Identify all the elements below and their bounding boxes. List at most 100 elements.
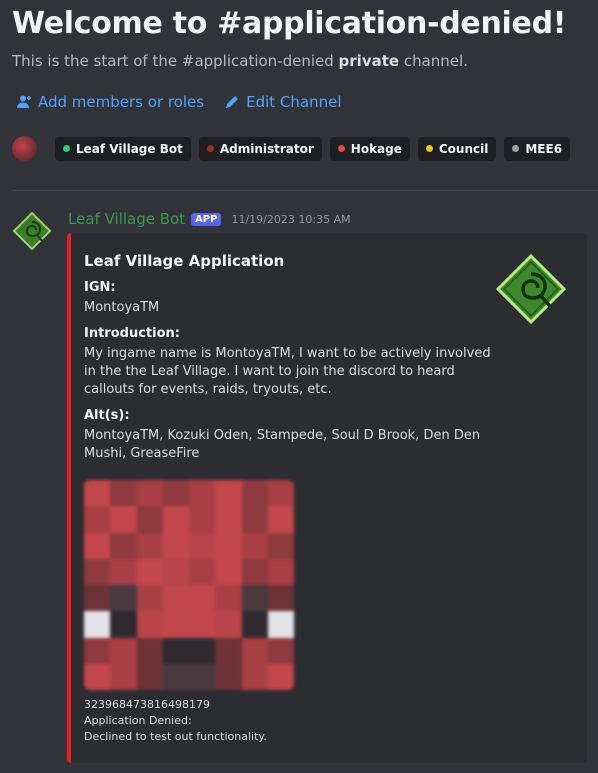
role-pill-leaf-village-bot[interactable]: Leaf Village Bot xyxy=(55,136,191,161)
field-name-introduction: Introduction: xyxy=(84,326,180,341)
field-value-alts-line: Mushi, GreaseFire xyxy=(84,446,200,461)
skin-pixel xyxy=(162,611,189,638)
skin-pixel xyxy=(215,585,242,612)
skin-pixel xyxy=(267,663,294,690)
skin-pixel xyxy=(110,558,137,585)
skin-pixel xyxy=(110,506,137,533)
skin-pixel xyxy=(241,637,268,664)
field-name-ign: IGN: xyxy=(84,280,116,295)
field-value-alts-line: MontoyaTM, Kozuki Oden, Stampede, Soul D… xyxy=(84,428,481,443)
role-color-dot xyxy=(512,145,520,152)
embed-title: Leaf Village Application xyxy=(84,252,285,270)
skin-pixel xyxy=(136,558,163,585)
skin-pixel xyxy=(267,532,294,559)
embed-image[interactable] xyxy=(84,480,294,690)
skin-pixel xyxy=(215,480,242,507)
app-badge: APP xyxy=(191,212,222,226)
embed-footer-id: 323968473816498179 xyxy=(84,698,210,711)
skin-pixel xyxy=(215,663,242,690)
field-name-alts: Alt(s): xyxy=(84,408,130,423)
role-color-dot xyxy=(425,145,433,152)
role-color-dot xyxy=(337,145,345,152)
message-timestamp: 11/19/2023 10:35 AM xyxy=(231,212,351,226)
skin-pixel xyxy=(267,558,294,585)
skin-pixel xyxy=(110,585,137,612)
role-color-dot xyxy=(206,145,214,152)
skin-pixel xyxy=(215,558,242,585)
skin-pixel xyxy=(84,480,111,507)
skin-pixel xyxy=(189,637,216,664)
skin-pixel xyxy=(84,558,111,585)
skin-pixel xyxy=(267,506,294,533)
skin-pixel xyxy=(84,532,111,559)
pencil-icon xyxy=(226,96,239,108)
channel-welcome-subtitle: This is the start of the #application-de… xyxy=(12,52,468,70)
role-pill-administrator[interactable]: Administrator xyxy=(198,136,322,161)
field-value-introduction-line: callouts for events, raids, tryouts, etc… xyxy=(84,382,332,397)
skin-pixel xyxy=(215,637,242,664)
embed-footer-reason: Declined to test out functionality. xyxy=(84,730,267,743)
skin-pixel xyxy=(110,480,137,507)
skin-pixel xyxy=(84,611,111,638)
skin-pixel xyxy=(241,611,268,638)
leaf-village-symbol-icon xyxy=(495,253,567,325)
skin-pixel xyxy=(136,532,163,559)
field-value-ign: MontoyaTM xyxy=(84,300,160,315)
skin-pixel xyxy=(241,480,268,507)
skin-pixel xyxy=(189,585,216,612)
role-pill-mee6[interactable]: MEE6 xyxy=(504,136,571,161)
skin-pixel xyxy=(136,637,163,664)
message-header: Leaf Village Bot APP 11/19/2023 10:35 AM xyxy=(68,210,351,228)
embed-footer-status: Application Denied: xyxy=(84,714,192,727)
skin-pixel xyxy=(162,480,189,507)
role-color-dot xyxy=(63,145,70,152)
skin-pixel xyxy=(84,585,111,612)
edit-channel-button[interactable]: Edit Channel xyxy=(224,93,342,111)
author-avatar[interactable] xyxy=(12,211,52,251)
skin-pixel xyxy=(241,532,268,559)
add-members-label: Add members or roles xyxy=(38,93,205,111)
embed-thumbnail[interactable] xyxy=(495,253,567,325)
skin-pixel xyxy=(110,611,137,638)
skin-pixel xyxy=(215,532,242,559)
skin-pixel xyxy=(267,611,294,638)
skin-pixel xyxy=(267,585,294,612)
skin-pixel xyxy=(162,506,189,533)
skin-pixel xyxy=(84,663,111,690)
skin-pixel xyxy=(162,637,189,664)
skin-pixel xyxy=(267,480,294,507)
channel-actions: Add members or roles Edit Channel xyxy=(16,93,342,111)
skin-pixel xyxy=(215,611,242,638)
field-value-introduction-line: in the the Leaf Village. I want to join … xyxy=(84,364,455,379)
role-pill-council[interactable]: Council xyxy=(417,136,497,161)
skin-pixel xyxy=(136,663,163,690)
skin-pixel xyxy=(189,480,216,507)
skin-pixel xyxy=(215,506,242,533)
skin-pixel xyxy=(189,558,216,585)
add-members-button[interactable]: Add members or roles xyxy=(16,93,204,111)
skin-pixel xyxy=(136,585,163,612)
leaf-village-symbol-icon xyxy=(12,211,52,251)
channel-welcome-title: Welcome to #application-denied! xyxy=(12,6,567,41)
skin-pixel xyxy=(241,663,268,690)
skin-pixel xyxy=(241,506,268,533)
message-author[interactable]: Leaf Village Bot xyxy=(68,210,185,228)
skin-pixel xyxy=(136,506,163,533)
skin-pixel xyxy=(162,585,189,612)
avatar[interactable] xyxy=(12,136,37,161)
skin-pixel xyxy=(162,558,189,585)
skin-pixel xyxy=(241,558,268,585)
skin-pixel xyxy=(162,663,189,690)
application-embed: Leaf Village Application IGN: MontoyaTM … xyxy=(67,233,587,763)
field-value-introduction-line: My ingame name is MontoyaTM, I want to b… xyxy=(84,346,491,361)
edit-channel-label: Edit Channel xyxy=(246,93,342,111)
skin-pixel xyxy=(189,532,216,559)
skin-pixel xyxy=(189,506,216,533)
skin-pixel xyxy=(189,663,216,690)
skin-pixel xyxy=(84,506,111,533)
skin-pixel xyxy=(136,480,163,507)
skin-pixel xyxy=(110,663,137,690)
add-user-icon xyxy=(17,95,31,108)
role-pill-hokage[interactable]: Hokage xyxy=(329,136,410,161)
skin-pixel xyxy=(136,611,163,638)
